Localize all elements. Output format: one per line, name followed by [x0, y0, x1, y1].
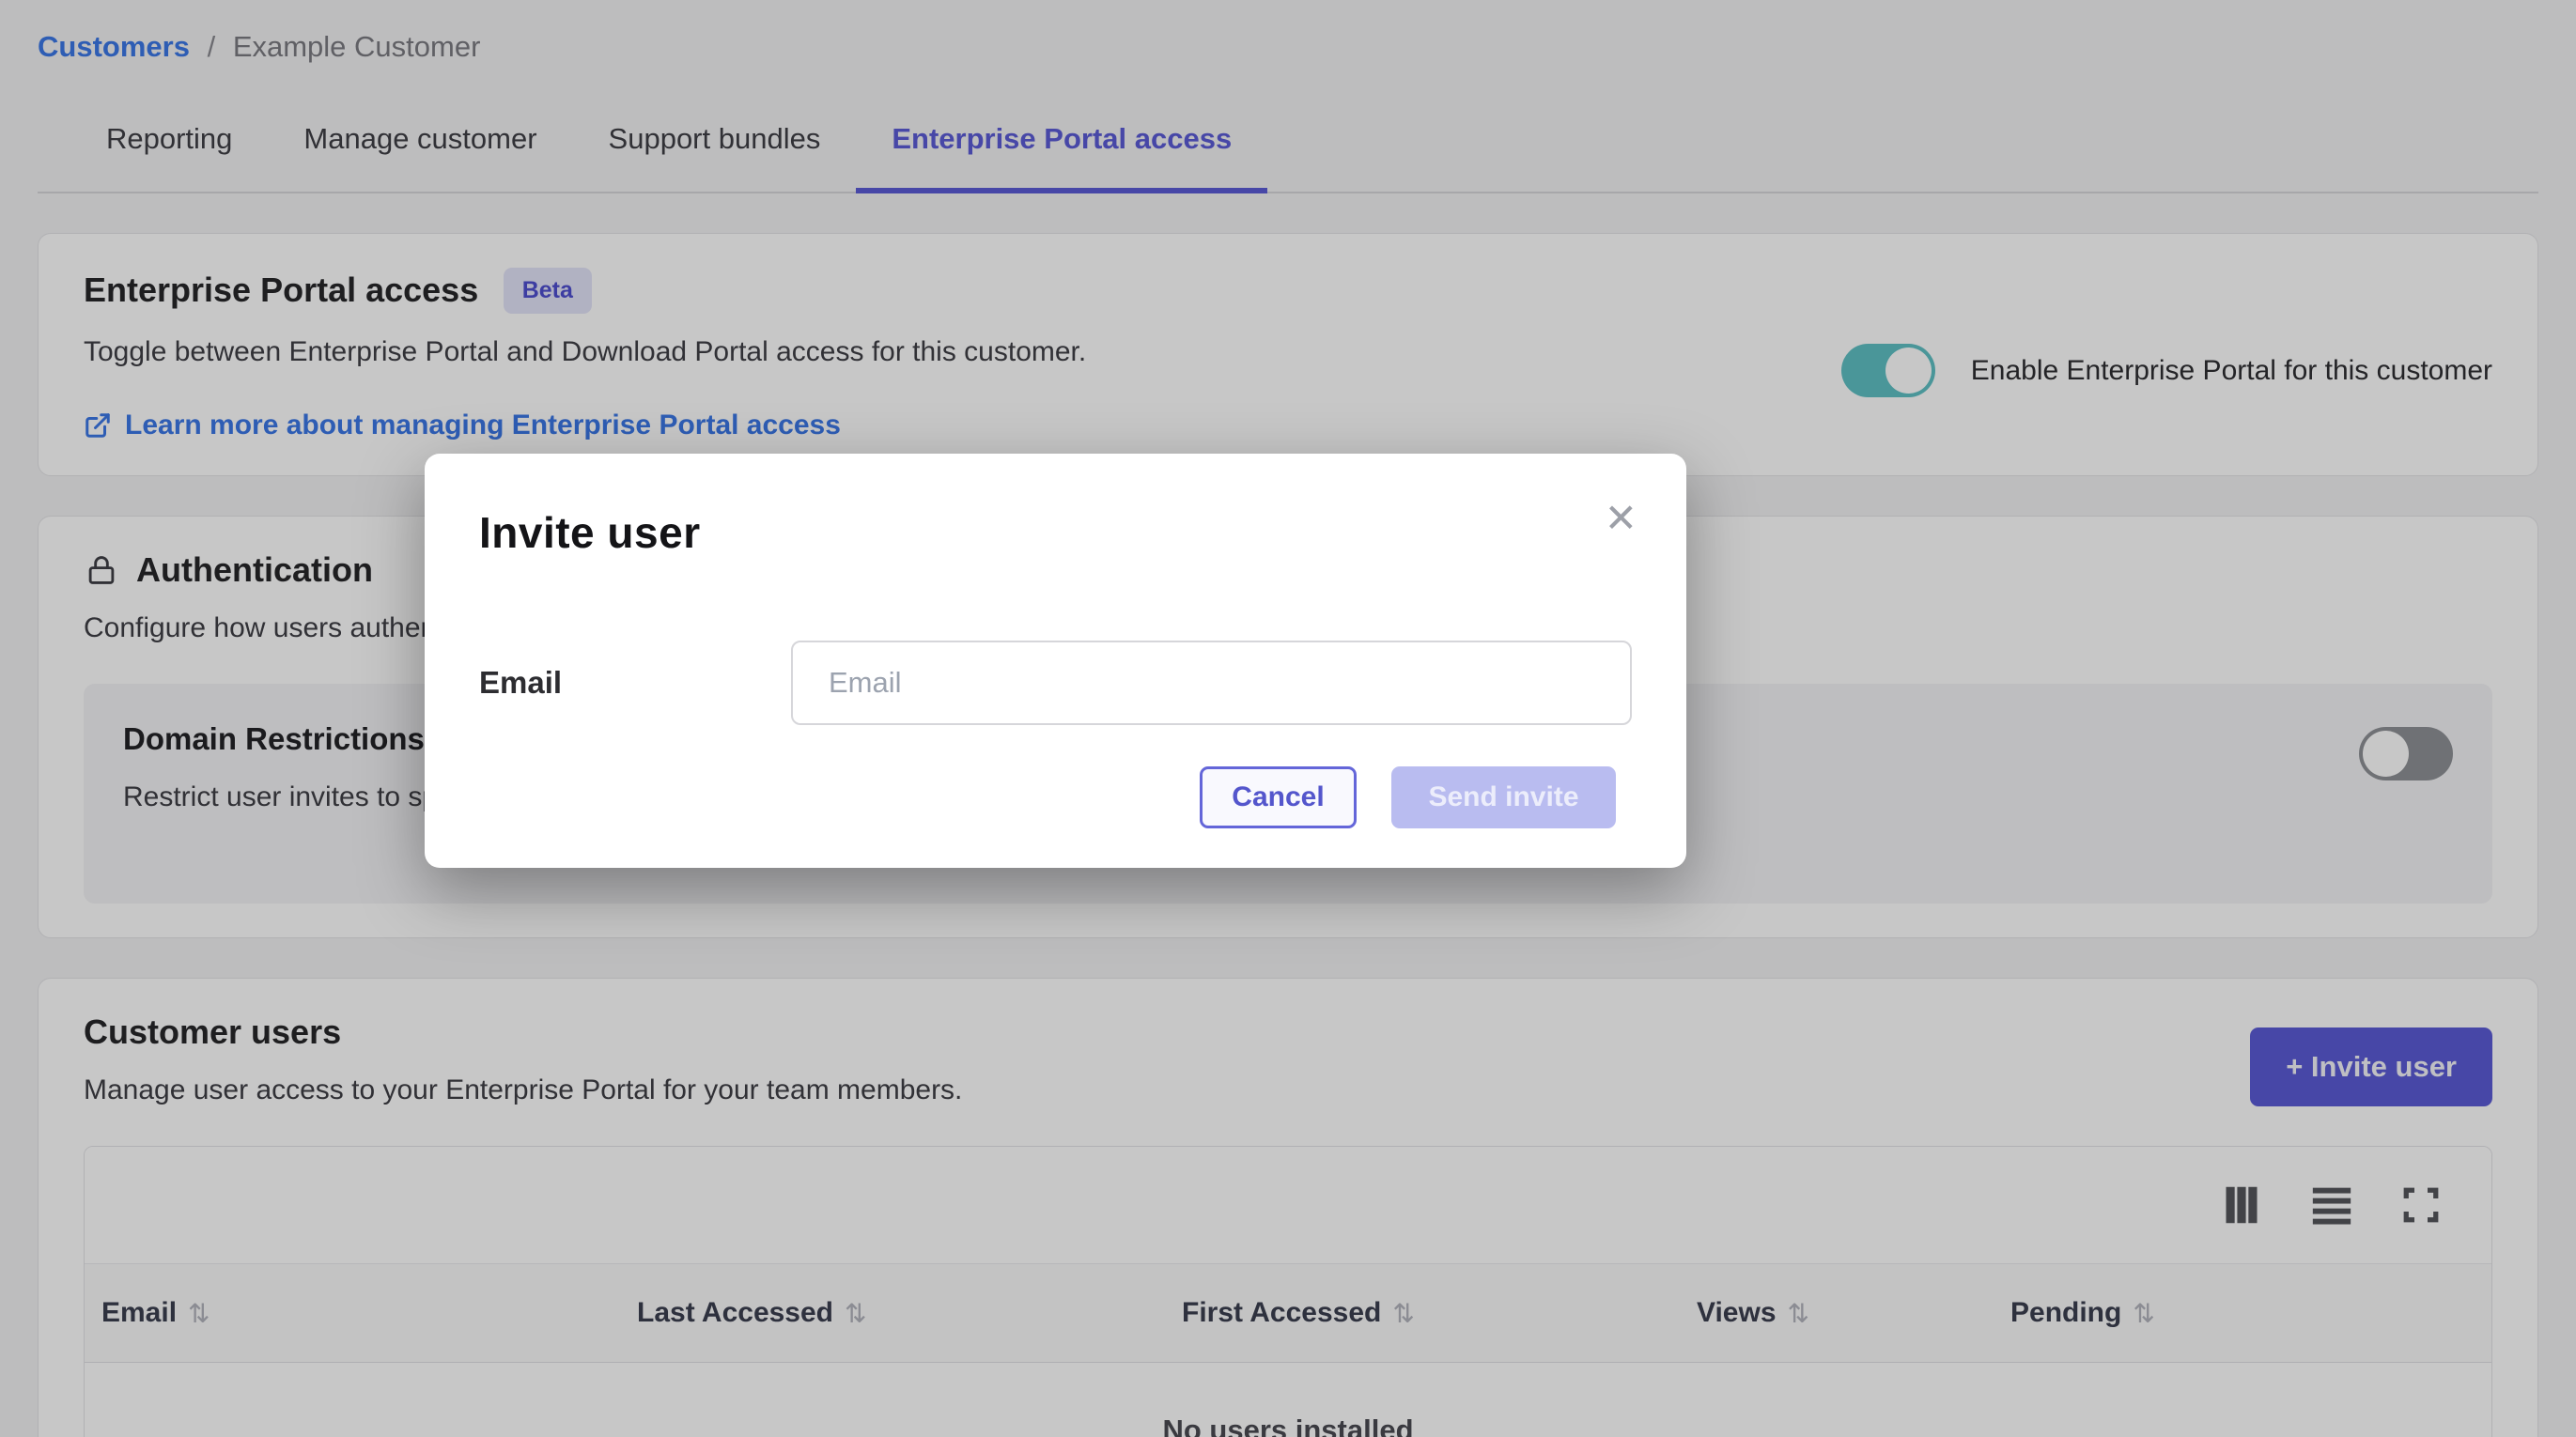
email-field[interactable] — [791, 641, 1632, 725]
modal-actions: Cancel Send invite — [479, 766, 1632, 828]
close-icon[interactable]: ✕ — [1605, 499, 1637, 538]
invite-form: Email — [479, 641, 1632, 725]
send-invite-button[interactable]: Send invite — [1391, 766, 1616, 828]
invite-user-modal: Invite user ✕ Email Cancel Send invite — [425, 454, 1686, 868]
cancel-button[interactable]: Cancel — [1200, 766, 1357, 828]
email-label: Email — [479, 665, 791, 701]
modal-title: Invite user — [479, 507, 1632, 558]
